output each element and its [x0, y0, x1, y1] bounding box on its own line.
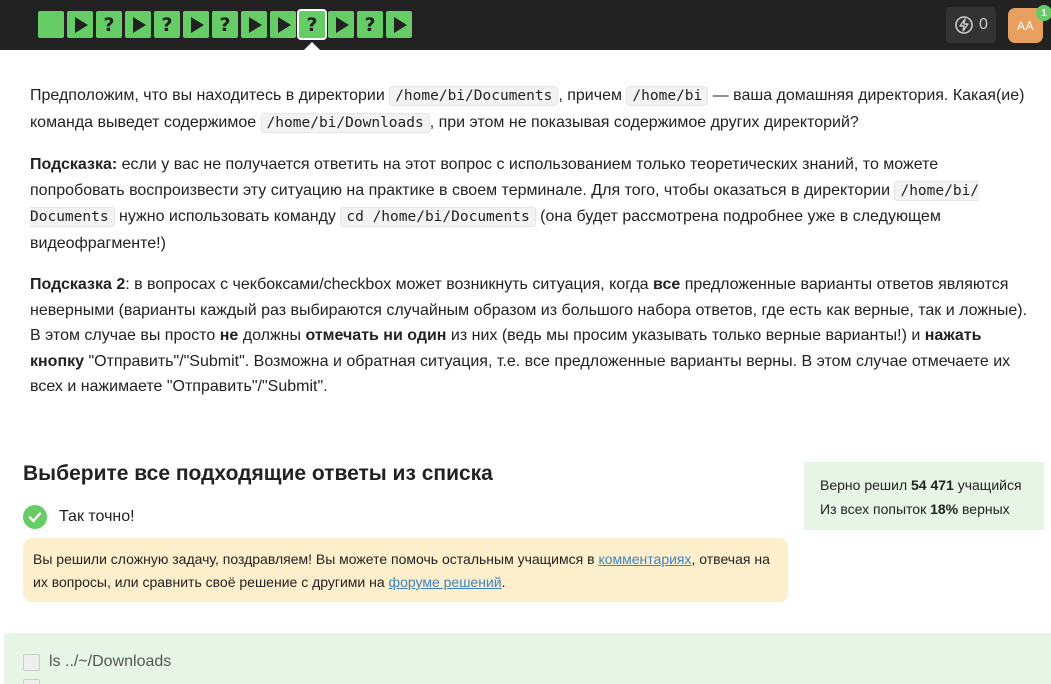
play-icon [75, 16, 88, 33]
question-mark-icon: ? [161, 13, 173, 36]
hint-paragraph: Подсказка: если у вас не получается отве… [30, 152, 1035, 256]
hint-label: Подсказка: [30, 156, 118, 173]
step-video[interactable] [67, 11, 93, 38]
solved-count: 54 471 [911, 477, 954, 493]
question-mark-icon: ? [219, 13, 231, 36]
answer-checkbox[interactable] [23, 653, 40, 671]
comments-link[interactable]: комментариях [598, 551, 691, 567]
step-question[interactable]: ? [96, 11, 122, 38]
play-icon [133, 16, 146, 33]
energy-button[interactable]: 0 [946, 7, 996, 43]
text: . [501, 574, 506, 590]
attempts-percent: 18% [930, 501, 959, 517]
text: верных [958, 501, 1010, 517]
code-command: cd /home/bi/Documents [340, 207, 536, 227]
code-path: /home/bi/Documents [389, 86, 559, 106]
solved-stat: Верно решил 54 471 учащийся [820, 473, 1028, 497]
answer-label: ls ../~/Downloads [49, 653, 172, 670]
text: , причем [558, 87, 627, 104]
code-path: /home/bi/Downloads [260, 112, 430, 133]
step-video[interactable] [183, 11, 209, 38]
play-icon [394, 16, 407, 33]
attempts-stat: Из всех попыток 18% верных [820, 497, 1028, 521]
question-paragraph: Предположим, что вы находитесь в директо… [30, 83, 1035, 136]
step-text[interactable] [38, 11, 64, 38]
question-mark-icon: ? [364, 13, 376, 36]
play-icon [249, 16, 262, 33]
step-video[interactable] [241, 11, 267, 38]
play-icon [336, 16, 349, 33]
answer-option[interactable]: ls ../~/Downloads [23, 653, 171, 671]
text: должны [238, 327, 306, 344]
text: : в вопросах с чекбоксами/checkbox может… [125, 276, 654, 293]
step-question-current[interactable]: ? [299, 11, 325, 51]
notification-badge: 1 [1036, 5, 1051, 21]
lesson-steps: ????? [38, 11, 412, 51]
energy-count: 0 [979, 16, 988, 33]
quiz-title: Выберите все подходящие ответы из списка [23, 462, 493, 485]
lightning-icon [955, 16, 973, 34]
bold-text: не [219, 327, 239, 344]
text: Предположим, что вы находитесь в директо… [30, 87, 390, 104]
play-icon [191, 16, 204, 33]
step-question[interactable]: ? [357, 11, 383, 38]
bold-text: отмечать ни один [305, 327, 447, 344]
hint-label: Подсказка 2 [30, 276, 126, 293]
solutions-forum-link[interactable]: форуме решений [389, 574, 502, 590]
answer-checkbox[interactable] [23, 679, 40, 684]
play-icon [278, 16, 291, 33]
text: нужно использовать команду [114, 208, 341, 225]
answer-option[interactable] [23, 679, 40, 684]
text: , при этом не показывая содержимое други… [429, 113, 859, 131]
code-path: /home/bi [626, 86, 709, 106]
step-question[interactable]: ? [154, 11, 180, 38]
answer-options: ls ../~/Downloads [4, 633, 1051, 684]
step-video[interactable] [270, 11, 296, 38]
step-video[interactable] [386, 11, 412, 38]
top-bar: ????? 0 AA 1 [0, 0, 1051, 51]
step-question[interactable]: ? [212, 11, 238, 38]
check-circle-icon [23, 505, 47, 529]
hint2-paragraph: Подсказка 2: в вопросах с чекбоксами/che… [30, 272, 1035, 400]
text: из них (ведь мы просим указывать только … [446, 327, 925, 344]
avatar-initials: AA [1016, 18, 1034, 33]
text: Из всех попыток [820, 501, 931, 517]
bold-text: все [653, 276, 681, 293]
question-mark-icon: ? [306, 13, 318, 36]
text: Верно решил [820, 477, 911, 493]
question-mark-icon: ? [103, 13, 115, 36]
step-video[interactable] [125, 11, 151, 38]
text: учащийся [953, 477, 1022, 493]
result-text: Так точно! [59, 508, 135, 525]
text: Вы решили сложную задачу, поздравляем! В… [33, 551, 599, 567]
result-status: Так точно! [23, 505, 135, 529]
stats-panel: Верно решил 54 471 учащийся Из всех попы… [804, 462, 1044, 530]
text: "Отправить"/"Submit". Возможна и обратна… [30, 352, 1011, 396]
question-text: Предположим, что вы находитесь в директо… [30, 83, 1035, 416]
success-message: Вы решили сложную задачу, поздравляем! В… [23, 538, 788, 602]
step-video[interactable] [328, 11, 354, 38]
text: если у вас не получается ответить на это… [30, 156, 939, 199]
